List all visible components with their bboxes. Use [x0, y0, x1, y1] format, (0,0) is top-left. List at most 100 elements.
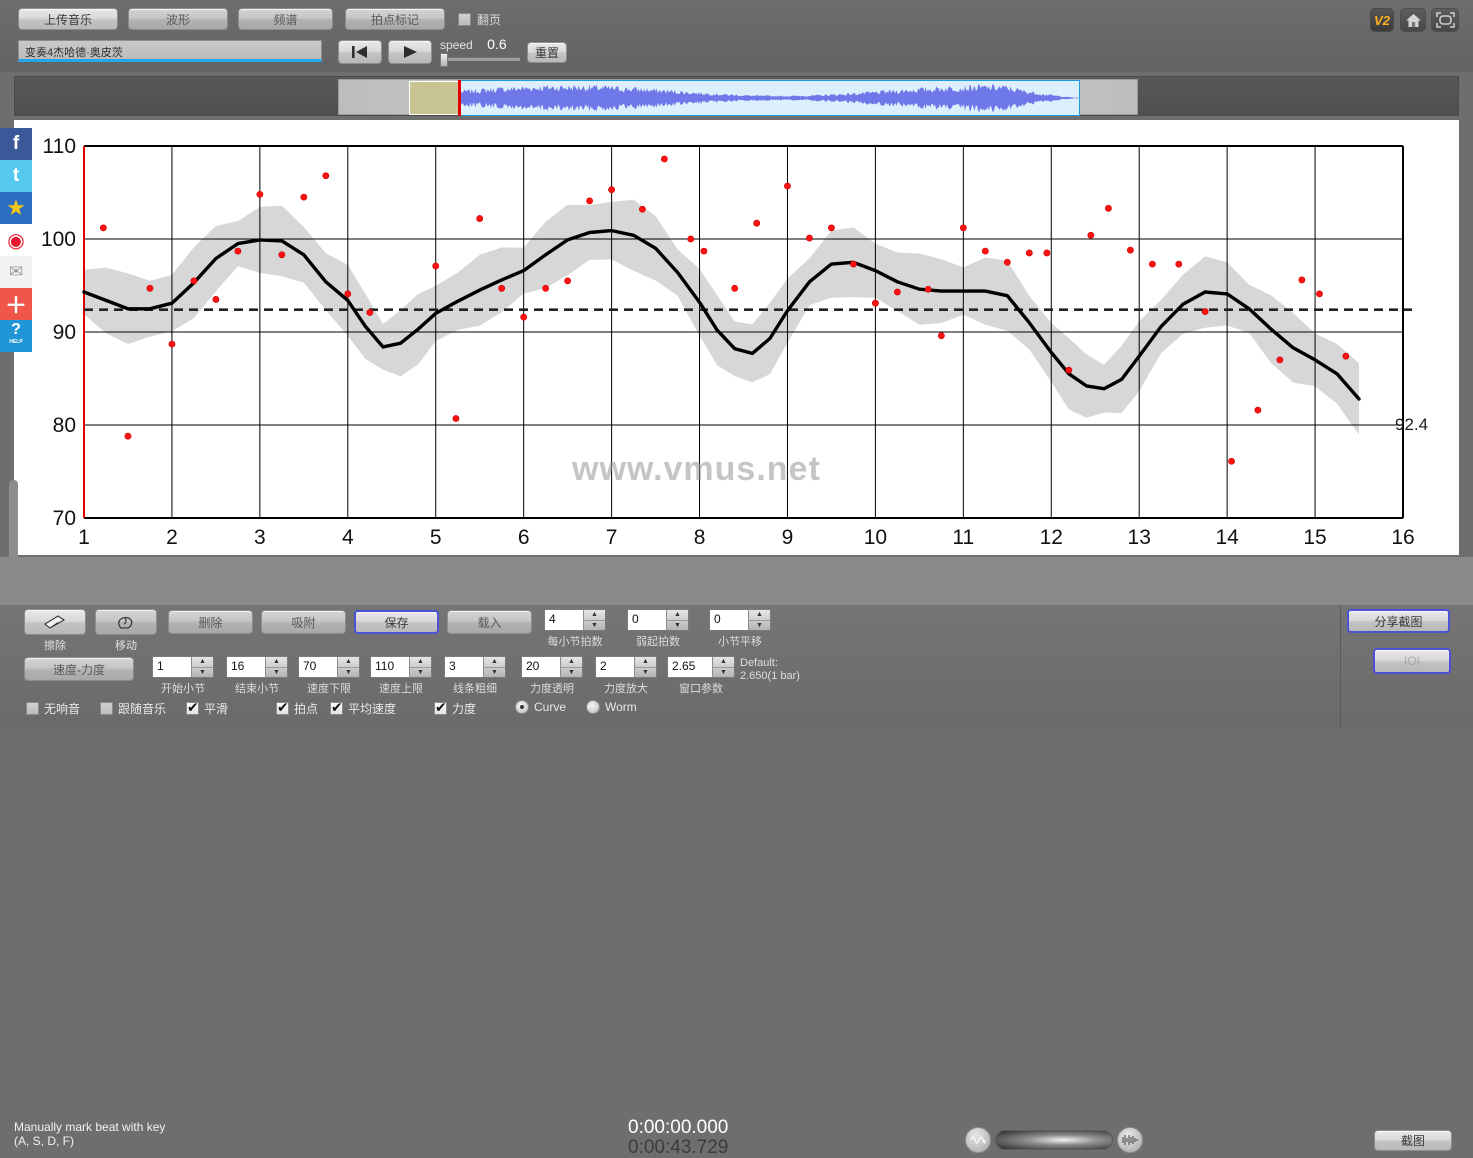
window-param-arrows[interactable]: ▲ ▼	[712, 657, 734, 677]
field-pickup-beats[interactable]: 0 ▲ ▼ 弱起拍数	[627, 609, 689, 649]
bar-shift-value[interactable]: 0	[710, 610, 748, 630]
follow-music-checkbox[interactable]	[100, 702, 113, 715]
checkbox-beat[interactable]: 拍点	[276, 699, 318, 717]
email-icon[interactable]: ✉	[0, 256, 32, 288]
tempo-data-point[interactable]	[1228, 457, 1235, 465]
qzone-star-icon[interactable]: ★	[0, 192, 32, 224]
tempo-data-point[interactable]	[784, 182, 791, 190]
stepper-down-icon[interactable]: ▼	[584, 621, 605, 631]
share-screenshot-button[interactable]: 分享截图	[1347, 609, 1450, 633]
tempo-data-point[interactable]	[937, 332, 945, 340]
no-echo-checkbox[interactable]	[26, 702, 39, 715]
rewind-button[interactable]	[338, 40, 382, 64]
stepper-up-icon[interactable]: ▲	[713, 657, 734, 668]
tempo-data-point[interactable]	[322, 172, 330, 180]
stepper-down-icon[interactable]: ▼	[667, 621, 688, 631]
tempo-data-point[interactable]	[1298, 276, 1306, 284]
field-dyn-scale[interactable]: 2 ▲ ▼ 力度放大	[595, 656, 657, 696]
zoom-slider[interactable]	[995, 1130, 1113, 1150]
pickup-beats-stepper[interactable]: 0 ▲ ▼	[627, 609, 689, 631]
tempo-data-point[interactable]	[893, 288, 901, 296]
play-button[interactable]	[388, 40, 432, 64]
worm-radio[interactable]	[586, 700, 600, 714]
tempo-data-point[interactable]	[700, 247, 708, 255]
stepper-down-icon[interactable]: ▼	[635, 668, 656, 678]
tab-beat-marking[interactable]: 拍点标记	[345, 8, 445, 30]
tempo-data-point[interactable]	[1175, 260, 1183, 268]
bar-shift-stepper[interactable]: 0 ▲ ▼	[709, 609, 771, 631]
tempo-data-point[interactable]	[168, 340, 176, 348]
tempo-data-point[interactable]	[753, 219, 761, 227]
ioi-button[interactable]: IOI	[1373, 648, 1451, 674]
field-start-bar[interactable]: 1 ▲ ▼ 开始小节	[152, 656, 214, 696]
field-beats-per-bar[interactable]: 4 ▲ ▼ 每小节拍数	[544, 609, 606, 649]
tempo-data-point[interactable]	[1342, 352, 1350, 360]
tempo-data-point[interactable]	[608, 186, 615, 194]
dyn-alpha-arrows[interactable]: ▲ ▼	[560, 657, 582, 677]
zoom-control[interactable]	[965, 1127, 1143, 1153]
tempo-data-point[interactable]	[1043, 249, 1051, 257]
tempo-data-point[interactable]	[452, 415, 460, 422]
tempo-data-point[interactable]	[687, 235, 695, 243]
stepper-down-icon[interactable]: ▼	[561, 668, 582, 678]
field-tempo-max[interactable]: 110 ▲ ▼ 速度上限	[370, 656, 432, 696]
stepper-down-icon[interactable]: ▼	[338, 668, 359, 678]
checkbox-follow-music[interactable]: 跟随音乐	[100, 700, 166, 717]
stepper-up-icon[interactable]: ▲	[192, 657, 213, 668]
checkbox-dynamics[interactable]: 力度	[434, 699, 476, 717]
window-param-value[interactable]: 2.65	[668, 657, 712, 677]
tempo-data-point[interactable]	[190, 277, 198, 285]
start-bar-arrows[interactable]: ▲ ▼	[191, 657, 213, 677]
tempo-max-arrows[interactable]: ▲ ▼	[409, 657, 431, 677]
tempo-data-point[interactable]	[872, 299, 879, 307]
tempo-data-point[interactable]	[731, 284, 739, 292]
tab-spectrum[interactable]: 频谱	[238, 8, 333, 30]
pickup-beats-arrows[interactable]: ▲ ▼	[666, 610, 688, 630]
page-turn-checkbox[interactable]	[458, 13, 471, 26]
stepper-up-icon[interactable]: ▲	[410, 657, 431, 668]
smooth-checkbox[interactable]	[186, 699, 199, 715]
stepper-down-icon[interactable]: ▼	[192, 668, 213, 678]
zoom-in-wave-icon[interactable]	[1117, 1127, 1143, 1153]
tempo-data-point[interactable]	[99, 224, 107, 232]
tempo-data-point[interactable]	[124, 432, 132, 440]
tempo-data-point[interactable]	[586, 197, 594, 205]
twitter-icon[interactable]: t	[0, 160, 32, 192]
window-param-stepper[interactable]: 2.65 ▲ ▼	[667, 656, 735, 678]
curve-radio[interactable]	[515, 700, 529, 714]
tempo-data-point[interactable]	[1254, 406, 1262, 414]
playhead-marker[interactable]	[458, 80, 461, 116]
help-icon[interactable]: ? HELP	[0, 320, 32, 352]
waveform-canvas-area[interactable]	[338, 79, 1138, 116]
stepper-up-icon[interactable]: ▲	[338, 657, 359, 668]
pickup-beats-value[interactable]: 0	[628, 610, 666, 630]
tempo-data-point[interactable]	[1065, 366, 1073, 374]
tempo-data-point[interactable]	[278, 251, 286, 259]
stepper-up-icon[interactable]: ▲	[561, 657, 582, 668]
speed-slider-track[interactable]	[440, 53, 520, 67]
page-turn-option[interactable]: 翻页	[458, 11, 501, 28]
field-tempo-min[interactable]: 70 ▲ ▼ 速度下限	[298, 656, 360, 696]
tempo-data-point[interactable]	[1003, 258, 1011, 266]
tempo-data-point[interactable]	[1276, 356, 1284, 364]
tempo-data-point[interactable]	[828, 224, 835, 232]
tempo-data-point[interactable]	[1127, 246, 1134, 254]
tempo-data-point[interactable]	[256, 190, 264, 198]
beats-per-bar-value[interactable]: 4	[545, 610, 583, 630]
bar-shift-arrows[interactable]: ▲ ▼	[748, 610, 770, 630]
tempo-data-point[interactable]	[212, 296, 220, 303]
tempo-data-point[interactable]	[1316, 290, 1323, 298]
zoom-out-wave-icon[interactable]	[965, 1127, 991, 1153]
start-bar-stepper[interactable]: 1 ▲ ▼	[152, 656, 214, 678]
speed-slider-knob[interactable]	[440, 53, 448, 67]
tempo-data-point[interactable]	[638, 205, 646, 213]
stepper-down-icon[interactable]: ▼	[484, 668, 505, 678]
move-button[interactable]	[95, 609, 157, 635]
end-bar-value[interactable]: 16	[227, 657, 265, 677]
dyn-scale-value[interactable]: 2	[596, 657, 634, 677]
field-end-bar[interactable]: 16 ▲ ▼ 结束小节	[226, 656, 288, 696]
radio-worm[interactable]: Worm	[586, 700, 637, 714]
field-dyn-alpha[interactable]: 20 ▲ ▼ 力度透明	[521, 656, 583, 696]
dyn-scale-arrows[interactable]: ▲ ▼	[634, 657, 656, 677]
stepper-up-icon[interactable]: ▲	[484, 657, 505, 668]
